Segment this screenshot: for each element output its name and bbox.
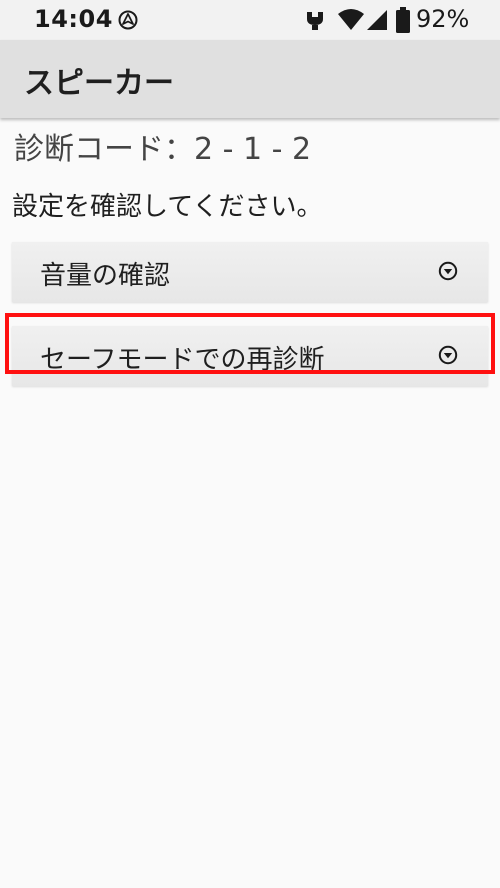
- accordion-safe-mode-rediagnosis[interactable]: セーフモードでの再診断: [12, 326, 488, 386]
- instruction-text: 設定を確認してください。: [12, 192, 323, 222]
- nfc-icon: [303, 9, 327, 35]
- cellular-signal-icon: [366, 9, 388, 35]
- accordion-label: セーフモードでの再診断: [40, 345, 325, 375]
- diagnosis-code: 診断コード：2 - 1 - 2: [14, 132, 312, 167]
- app-bar: スピーカー: [0, 40, 500, 118]
- status-bar: 14:04 92%: [0, 0, 500, 40]
- chevron-down-circle-icon[interactable]: [438, 261, 458, 281]
- chevron-down-circle-icon[interactable]: [438, 345, 458, 365]
- status-time: 14:04: [34, 5, 113, 33]
- accordion-label: 音量の確認: [40, 261, 171, 291]
- page-title: スピーカー: [24, 66, 174, 101]
- wifi-icon: [338, 9, 364, 35]
- battery-icon: [396, 7, 410, 37]
- accordion-volume-check[interactable]: 音量の確認: [12, 242, 488, 302]
- navigation-icon: [118, 10, 138, 34]
- battery-percent: 92%: [416, 5, 470, 33]
